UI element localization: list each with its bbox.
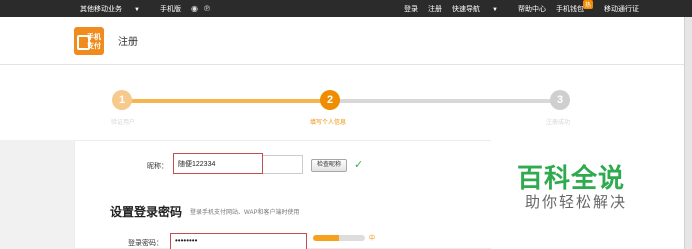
chevron-down-icon: ▼ — [492, 6, 498, 13]
step-3-circle: 3 — [550, 90, 570, 110]
tencent-weibo-icon[interactable]: ℗ — [204, 4, 210, 13]
quick-nav-label: 快速导航 — [452, 5, 480, 13]
step-1-circle: 1 — [112, 90, 132, 110]
password-input[interactable]: •••••••• — [170, 233, 307, 249]
password-label-visible: 登录密码： — [128, 240, 163, 247]
nickname-input-extension[interactable] — [263, 155, 303, 174]
step-2-circle: 2 — [320, 90, 340, 110]
step-3-label: 注册成功 — [546, 120, 571, 126]
step-2-label: 填写个人信息 — [310, 120, 347, 126]
login-link[interactable]: 登录 — [404, 4, 418, 14]
password-strength-label: 中 — [369, 236, 376, 242]
step-1-label: 验证用户 — [111, 120, 136, 126]
register-link[interactable]: 注册 — [428, 4, 442, 14]
section-description-visible: 登录手机支付网站、WAP和客户端时使用 — [190, 210, 300, 216]
check-nickname-button[interactable]: 检查昵称 — [311, 159, 347, 172]
watermark-title: 百科全说 — [517, 163, 626, 193]
mobile-pay-logo[interactable]: 手机 支付 — [74, 27, 104, 55]
password-strength-bar — [313, 235, 365, 241]
password-strength-fill — [313, 235, 339, 241]
header: 手机 支付 注册 — [0, 17, 692, 65]
watermark-subtitle: 助你轻松解决 — [525, 194, 628, 211]
hot-badge: 热 — [582, 0, 593, 9]
other-business-menu[interactable]: 其他移动业务 ▼ — [80, 4, 150, 14]
section-title-visible: 设置登录密码 — [110, 205, 183, 219]
mobile-passport-link[interactable]: 移动通行证 — [604, 4, 639, 14]
mobile-wallet-label: 手机钱包 — [555, 5, 584, 13]
nickname-input[interactable]: 随便122334 — [173, 153, 263, 174]
other-business-label: 其他移动业务 — [80, 5, 122, 13]
progress-track-todo — [330, 99, 560, 103]
mobile-wallet-link[interactable]: 手机钱包热 — [555, 0, 594, 14]
check-icon: ✓ — [354, 159, 364, 171]
quick-nav-menu[interactable]: 快速导航 ▼ — [452, 4, 508, 14]
weibo-icon[interactable]: ◉ — [191, 4, 198, 13]
help-center-link[interactable]: 帮助中心 — [518, 4, 546, 14]
scrollbar[interactable] — [684, 17, 692, 249]
page-title: 注册 — [118, 37, 138, 48]
top-bar: 其他移动业务 ▼ 手机版 ◉ ℗ 登录 注册 快速导航 ▼ 帮助中心 手机钱包热 移… — [0, 0, 692, 17]
progress-track-done — [122, 99, 330, 103]
chevron-down-icon: ▼ — [134, 6, 140, 13]
mobile-version-link[interactable]: 手机版 — [160, 4, 181, 14]
nickname-label: 昵称： — [147, 163, 168, 170]
